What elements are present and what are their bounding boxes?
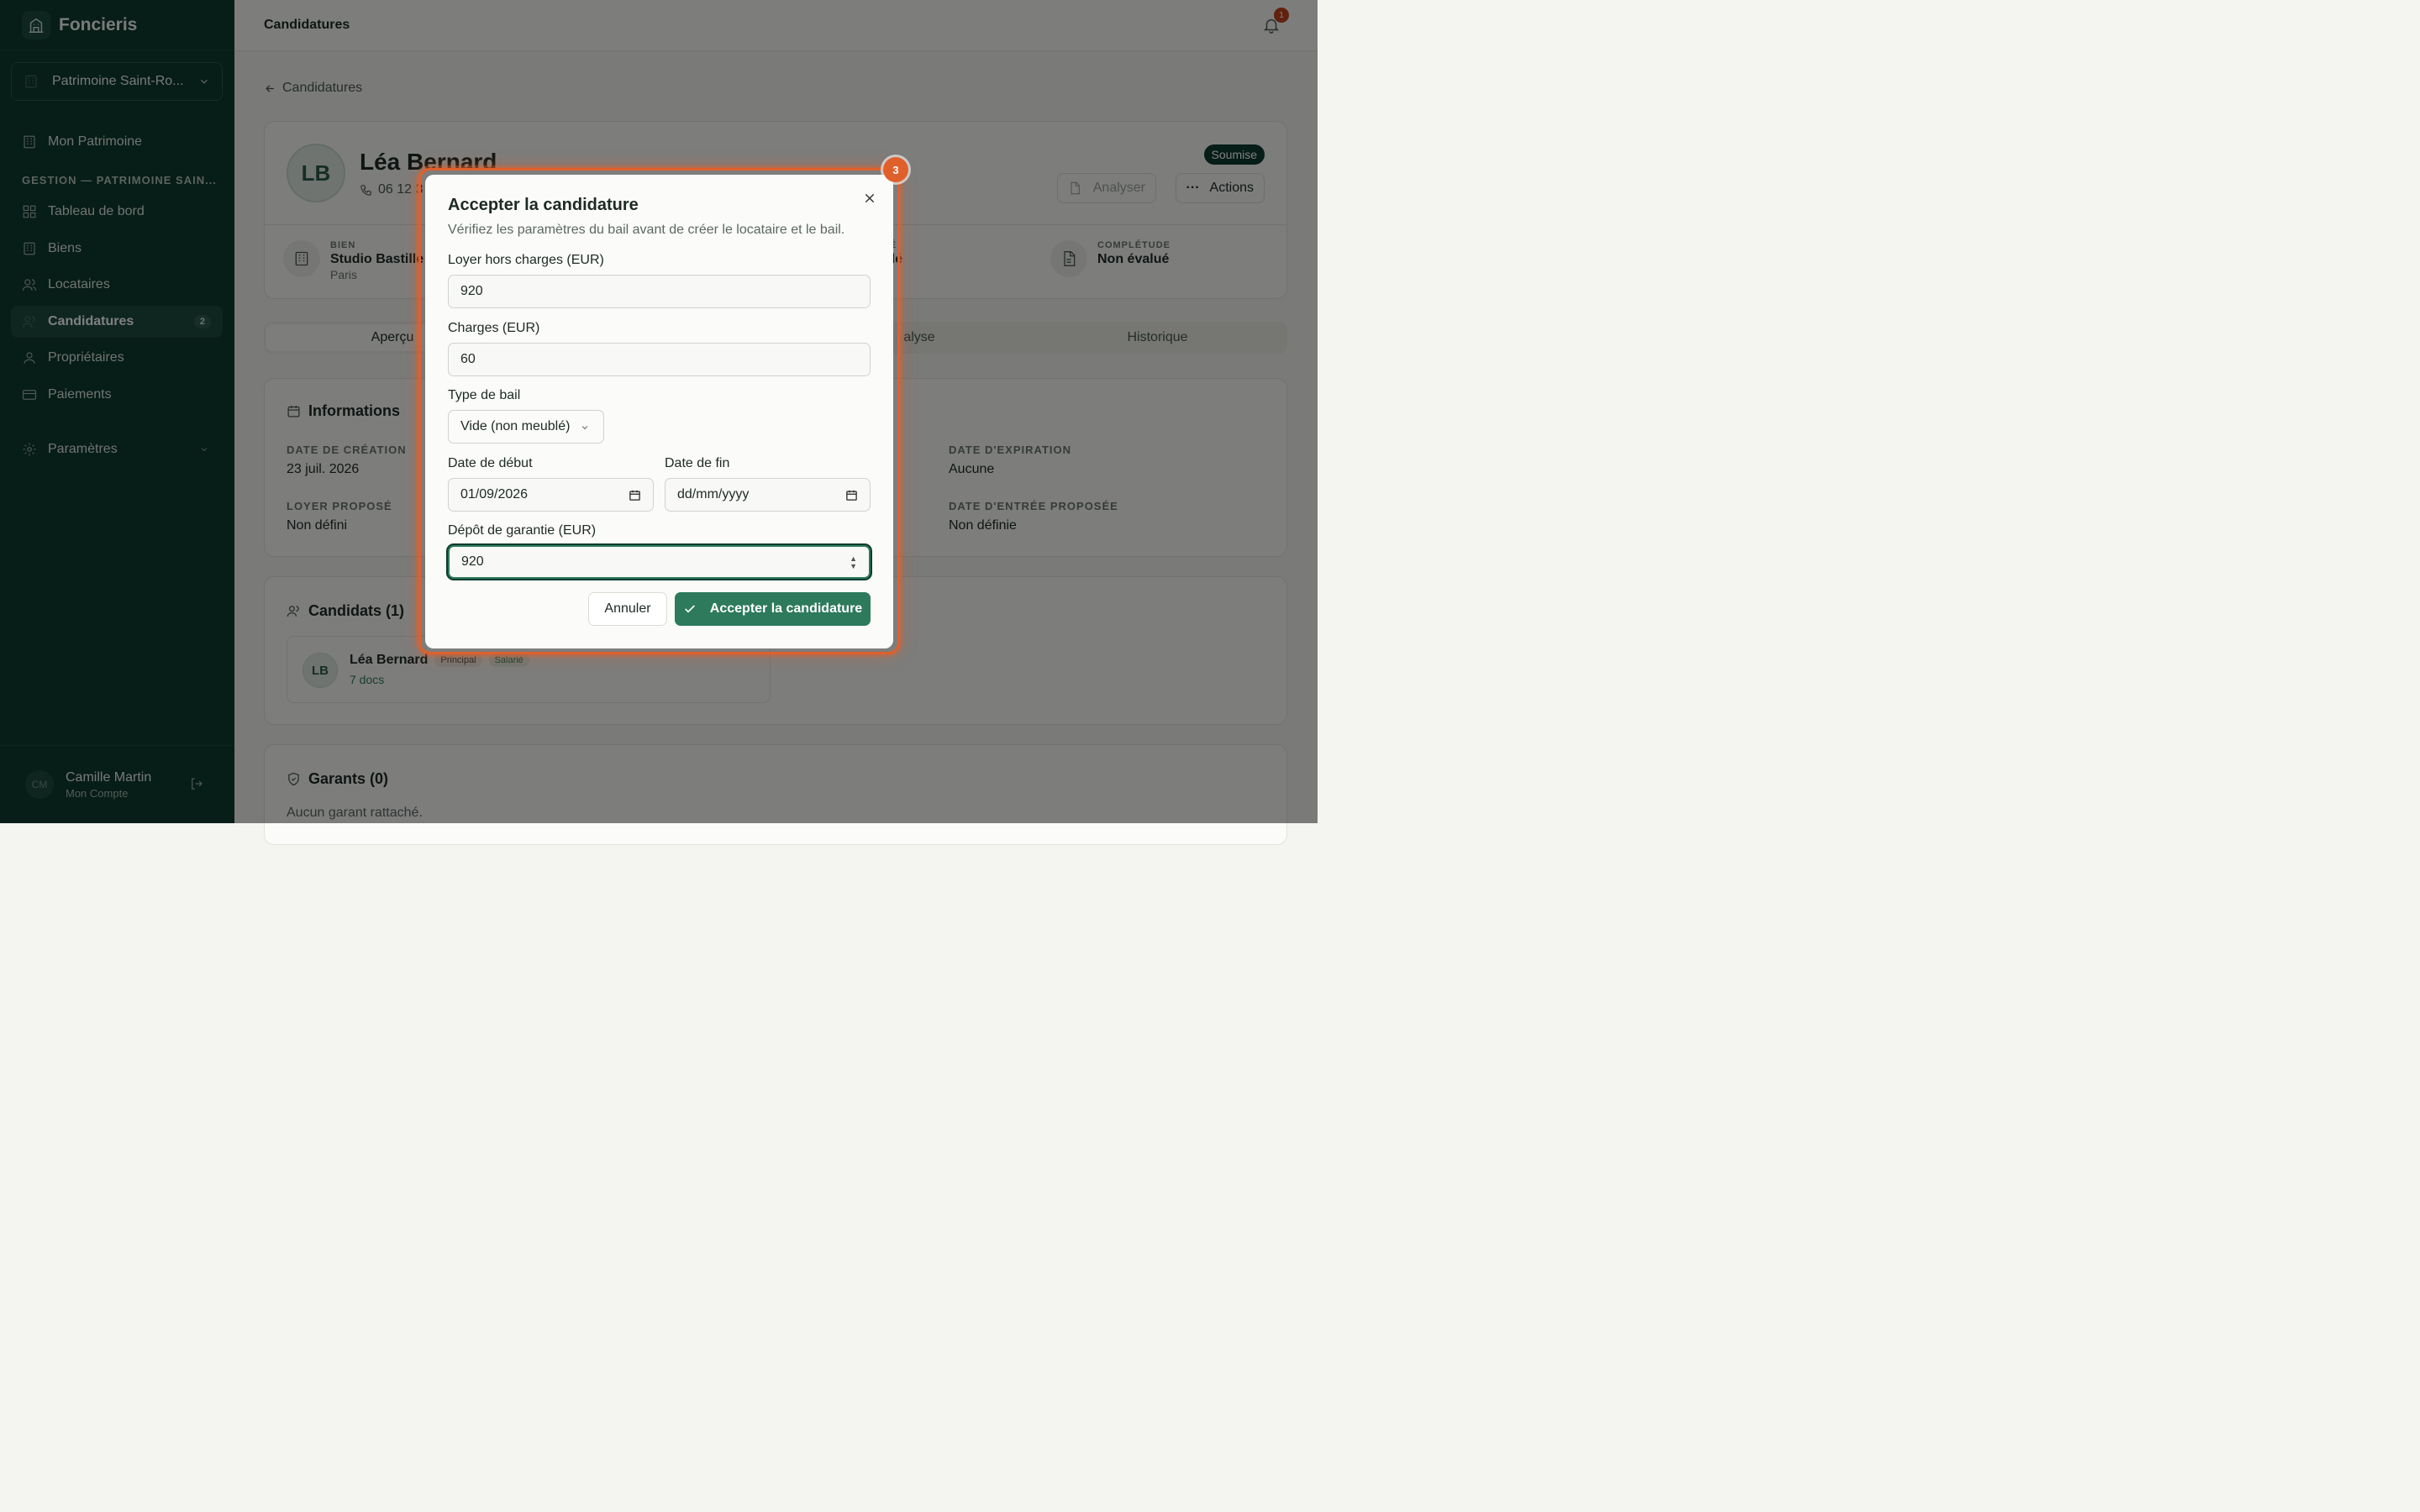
dialog-description: Vérifiez les paramètres du bail avant de…: [448, 223, 845, 237]
start-date-label: Date de début: [448, 456, 533, 470]
check-icon: [684, 605, 695, 613]
number-stepper-icon[interactable]: ▲ ▼: [850, 555, 857, 570]
calendar-icon[interactable]: [845, 489, 858, 501]
charges-field-label: Charges (EUR): [448, 321, 540, 335]
dialog-title: Accepter la candidature: [448, 196, 639, 214]
calendar-icon[interactable]: [629, 489, 641, 501]
end-date-label: Date de fin: [665, 456, 730, 470]
lease-type-select[interactable]: Vide (non meublé): [448, 410, 604, 444]
accept-button[interactable]: Accepter la candidature: [675, 592, 871, 626]
rent-field-label: Loyer hors charges (EUR): [448, 253, 604, 267]
chevron-down-icon: [581, 426, 588, 430]
cancel-button[interactable]: Annuler: [588, 592, 667, 626]
deposit-input[interactable]: 920 ▲ ▼: [448, 545, 871, 579]
step-badge: 3: [883, 157, 908, 182]
deposit-label: Dépôt de garantie (EUR): [448, 523, 597, 538]
accept-candidature-dialog: Accepter la candidature Vérifiez les par…: [425, 175, 893, 648]
start-date-input[interactable]: 01/09/2026: [448, 478, 654, 512]
lease-type-label: Type de bail: [448, 388, 521, 402]
charges-input[interactable]: 60: [448, 343, 871, 376]
rent-input[interactable]: 920: [448, 275, 871, 308]
end-date-input[interactable]: dd/mm/yyyy: [665, 478, 871, 512]
close-icon[interactable]: [863, 192, 876, 205]
